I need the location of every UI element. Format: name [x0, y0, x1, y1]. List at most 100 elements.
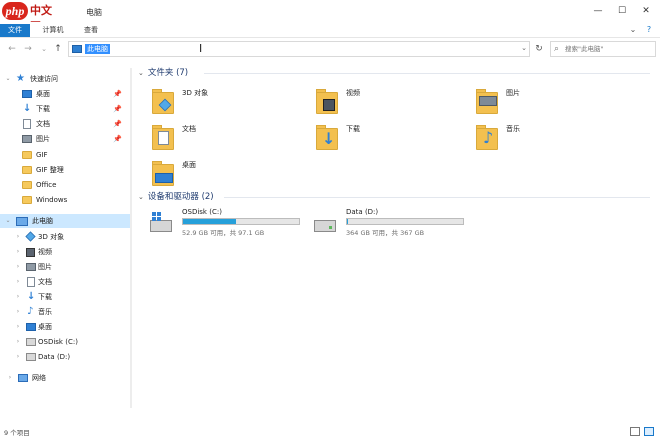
folder-3d-objects[interactable]: 3D 对象 [150, 84, 320, 118]
maximize-button[interactable]: ☐ [612, 4, 632, 18]
nav-label: 桌面 [38, 323, 52, 331]
star-icon: ★ [16, 73, 25, 84]
tab-file[interactable]: 文件 [0, 24, 30, 37]
nav-item-pictures-pc[interactable]: › 图片 [4, 260, 130, 274]
folder-icon [22, 196, 32, 204]
drive-osdisk[interactable]: OSDisk (C:) 52.9 GB 可用，共 97.1 GB [150, 208, 310, 242]
chevron-right-icon[interactable]: › [14, 305, 22, 319]
nav-item-pictures[interactable]: 图片 📌 [4, 132, 130, 146]
chevron-right-icon[interactable]: › [14, 245, 22, 259]
nav-scrollbar[interactable] [130, 68, 132, 408]
ribbon-collapse-icon[interactable]: ⌄ [626, 23, 640, 36]
nav-item-office[interactable]: Office [4, 178, 130, 192]
chevron-down-icon[interactable]: ⌄ [138, 193, 144, 201]
nav-item-gif[interactable]: GIF [4, 148, 130, 162]
nav-item-videos[interactable]: › 视频 [4, 245, 130, 259]
drives-group-header[interactable]: ⌄ 设备和驱动器 (2) [138, 191, 214, 203]
chevron-down-icon[interactable]: ⌄ [138, 69, 144, 77]
pin-icon[interactable]: 📌 [113, 132, 122, 146]
php-cn-logo: php 中文网 [2, 2, 58, 33]
address-bar[interactable]: 此电脑 I ⌄ [68, 41, 530, 57]
3d-objects-icon [25, 231, 36, 242]
folder-desktop[interactable]: 桌面 [150, 156, 320, 190]
document-icon [158, 131, 169, 145]
nav-item-data-drive[interactable]: › Data (D:) [4, 350, 130, 364]
folder-icon [474, 86, 500, 116]
minimize-button[interactable]: — [588, 4, 608, 18]
nav-item-desktop[interactable]: 桌面 📌 [4, 87, 130, 101]
nav-item-downloads-pc[interactable]: › ↓ 下载 [4, 290, 130, 304]
nav-item-this-pc[interactable]: ⌄ 此电脑 [0, 214, 130, 228]
divider [204, 73, 650, 74]
ibeam-cursor-icon: I [199, 42, 203, 55]
desktop-icon [22, 90, 32, 98]
recent-locations-button[interactable]: ⌄ [38, 42, 50, 56]
search-input[interactable] [565, 44, 653, 54]
folder-videos[interactable]: 视频 [314, 84, 484, 118]
forward-button[interactable]: → [22, 42, 34, 56]
item-count: 9 个项目 [4, 429, 30, 437]
chevron-right-icon[interactable]: › [14, 290, 22, 304]
nav-item-music[interactable]: › ♪ 音乐 [4, 305, 130, 319]
close-button[interactable]: ✕ [636, 4, 656, 18]
folder-downloads[interactable]: ↓ 下载 [314, 120, 484, 154]
folder-icon [22, 151, 32, 159]
document-icon [23, 119, 31, 129]
nav-item-osdisk[interactable]: › OSDisk (C:) [4, 335, 130, 349]
up-button[interactable]: ↑ [52, 42, 64, 56]
tiles-view-icon[interactable] [644, 427, 654, 436]
nav-label: Office [36, 181, 57, 189]
document-icon [27, 277, 35, 287]
chevron-right-icon[interactable]: › [14, 260, 22, 274]
chevron-down-icon[interactable]: ⌄ [4, 214, 12, 228]
chevron-right-icon[interactable]: › [14, 275, 22, 289]
nav-label: 3D 对象 [38, 233, 65, 241]
logo-php-badge: php [2, 2, 28, 20]
refresh-button[interactable]: ↻ [533, 43, 545, 55]
chevron-right-icon[interactable]: › [14, 230, 22, 244]
search-box[interactable]: ⌕ [550, 41, 656, 57]
nav-item-downloads[interactable]: ↓ 下载 📌 [4, 102, 130, 116]
nav-item-gif-organize[interactable]: GIF 整理 [4, 163, 130, 177]
nav-label: OSDisk (C:) [38, 338, 78, 346]
drive-data[interactable]: Data (D:) 364 GB 可用，共 367 GB [314, 208, 474, 242]
nav-item-windows[interactable]: Windows [4, 193, 130, 207]
tab-view[interactable]: 查看 [78, 24, 104, 37]
pin-icon[interactable]: 📌 [113, 87, 122, 101]
pin-icon[interactable]: 📌 [113, 117, 122, 131]
nav-quick-access[interactable]: ⌄ ★ 快速访问 [4, 72, 130, 86]
windows-drive-icon [150, 210, 172, 236]
chevron-right-icon[interactable]: › [14, 335, 22, 349]
search-icon: ⌕ [554, 44, 560, 54]
folders-group-title: 文件夹 (7) [147, 68, 189, 78]
address-path-selected[interactable]: 此电脑 [85, 44, 110, 54]
drive-free-space: 364 GB 可用，共 367 GB [346, 229, 425, 237]
folders-group-header[interactable]: ⌄ 文件夹 (7) [138, 67, 188, 79]
folder-documents[interactable]: 文档 [150, 120, 320, 154]
details-view-icon[interactable] [630, 427, 640, 436]
folder-music[interactable]: ♪ 音乐 [474, 120, 644, 154]
pin-icon[interactable]: 📌 [113, 102, 122, 116]
chevron-right-icon[interactable]: › [14, 320, 22, 334]
folder-pictures[interactable]: 图片 [474, 84, 644, 118]
picture-icon [26, 263, 36, 271]
nav-item-documents[interactable]: 文档 📌 [4, 117, 130, 131]
drive-usage-fill [183, 219, 236, 224]
drive-free-space: 52.9 GB 可用，共 97.1 GB [182, 229, 265, 237]
chevron-right-icon[interactable]: › [6, 371, 14, 385]
nav-item-desktop-pc[interactable]: › 桌面 [4, 320, 130, 334]
chevron-down-icon[interactable]: ⌄ [4, 72, 12, 86]
chevron-right-icon[interactable]: › [14, 350, 22, 364]
nav-item-network[interactable]: › 网络 [4, 371, 130, 385]
window-title: 电脑 [86, 8, 102, 17]
nav-label: GIF [36, 151, 48, 159]
help-icon[interactable]: ? [642, 23, 656, 36]
address-dropdown-icon[interactable]: ⌄ [521, 44, 527, 52]
nav-item-3d-objects[interactable]: › 3D 对象 [4, 230, 130, 244]
nav-label: 网络 [32, 374, 46, 382]
folder-icon [314, 86, 340, 116]
back-button[interactable]: ← [6, 42, 18, 56]
tab-computer[interactable]: 计算机 [36, 24, 70, 37]
nav-item-documents-pc[interactable]: › 文档 [4, 275, 130, 289]
download-icon: ↓ [322, 129, 336, 148]
